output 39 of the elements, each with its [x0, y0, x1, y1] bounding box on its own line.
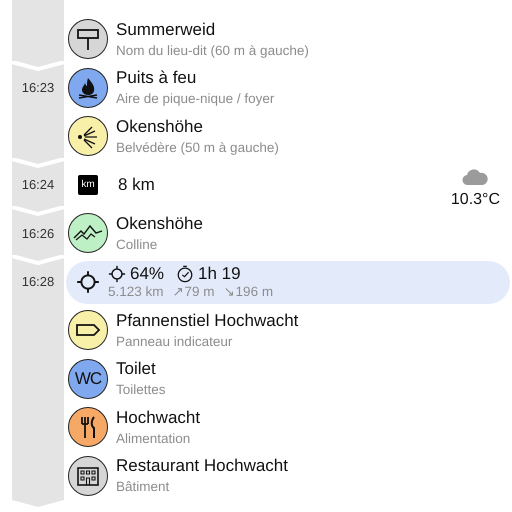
- time-label: 16:23: [22, 80, 54, 96]
- poi-type: Belvédère (50 m à gauche): [116, 138, 279, 157]
- poi-type: Colline: [116, 236, 158, 254]
- time-label: 16:28: [22, 274, 54, 290]
- poi-type: Aire de pique-nique / foyer: [116, 90, 274, 108]
- current-position-row[interactable]: 64% 1h 19 5.123 km ↗79 m ↘196 m: [66, 260, 510, 304]
- progress-value: 64%: [130, 264, 164, 284]
- poi-name: Hochwacht: [116, 406, 200, 428]
- distance-label: 8 km: [118, 174, 155, 196]
- segment-divider: [12, 206, 64, 216]
- segment-divider: [12, 254, 64, 264]
- temperature: 10.3°C: [450, 190, 500, 208]
- poi-name: Puits à feu: [116, 67, 198, 88]
- poi-name: Okenshöhe: [116, 212, 203, 234]
- crosshair-icon: [76, 270, 100, 294]
- stat-value: 5.123 km: [108, 284, 164, 300]
- poi-type: Toilettes: [116, 381, 166, 400]
- poi-type: Bâtiment: [116, 478, 170, 496]
- segment-divider: [12, 158, 64, 168]
- poi-name: Okenshöhe: [116, 116, 204, 137]
- crosshair-icon: [108, 265, 126, 284]
- distance-badge-icon: km: [78, 174, 98, 195]
- stopwatch-icon: [176, 265, 194, 284]
- stat-value: ↗79 m: [172, 284, 215, 300]
- poi-name: Summerweid: [116, 18, 216, 40]
- segment-divider: [12, 60, 64, 70]
- duration-value: 1h 19: [198, 264, 241, 284]
- poi-name: Restaurant Hochwacht: [116, 455, 288, 476]
- poi-type: Nom du lieu-dit (60 m à gauche): [116, 42, 309, 60]
- time-label: 16:24: [22, 177, 54, 192]
- timeline-end-tip: [12, 500, 64, 508]
- poi-name: Toilet: [116, 358, 157, 380]
- stat-value: ↘196 m: [224, 284, 274, 300]
- time-label: 16:26: [22, 226, 54, 241]
- poi-type: Alimentation: [116, 430, 192, 448]
- toilet-icon: WC: [68, 358, 108, 399]
- poi-name: Pfannenstiel Hochwacht: [116, 310, 298, 331]
- cloud-icon: [462, 168, 488, 184]
- poi-type: Panneau indicateur: [116, 332, 234, 351]
